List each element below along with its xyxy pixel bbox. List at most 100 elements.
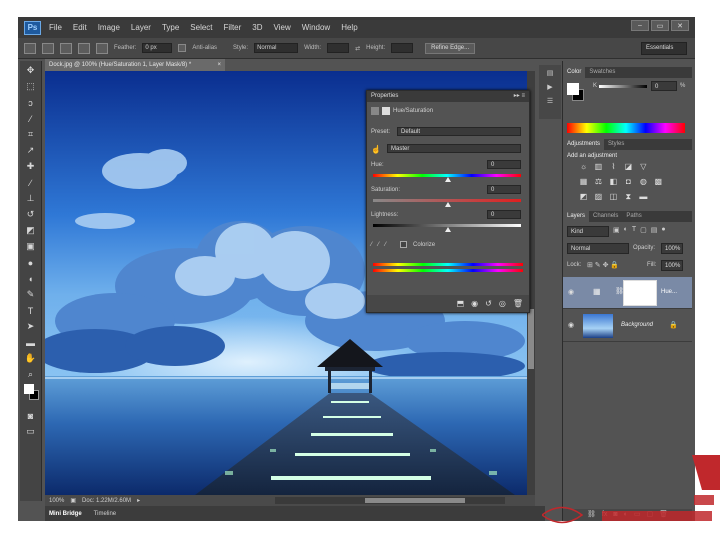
width-input[interactable] (327, 43, 350, 53)
gradient-map-adjust-icon[interactable]: ▬ (639, 192, 648, 201)
clip-layer-icon[interactable]: ⬒ (457, 295, 465, 312)
selective-color-adjust-icon[interactable]: ⧗ (624, 192, 633, 201)
menu-help[interactable]: Help (341, 23, 357, 32)
posterize-adjust-icon[interactable]: ▨ (594, 192, 603, 201)
color-lookup-adjust-icon[interactable]: ▩ (654, 177, 663, 186)
blur-tool-icon[interactable]: ● (24, 256, 38, 269)
eraser-tool-icon[interactable]: ◩ (24, 224, 38, 237)
shape-tool-icon[interactable]: ▬ (24, 336, 38, 349)
layer-mask-thumbnail[interactable] (623, 280, 657, 306)
menu-layer[interactable]: Layer (131, 23, 151, 32)
stamp-tool-icon[interactable]: ⊥ (24, 192, 38, 205)
screen-mode-icon[interactable]: ▭ (24, 425, 38, 438)
vibrance-adjust-icon[interactable]: ▽ (639, 162, 648, 171)
menu-image[interactable]: Image (98, 23, 120, 32)
visibility-toggle-icon[interactable]: ◎ (499, 295, 506, 312)
tab-adjustments[interactable]: Adjustments (563, 139, 605, 150)
fill-input[interactable]: 100% (661, 260, 683, 271)
layer-name[interactable]: Background (621, 322, 653, 328)
type-filter-icon[interactable]: T (632, 226, 636, 234)
properties-header[interactable]: Properties ▸▸ ≡ (367, 91, 529, 102)
layer-visibility-eye-icon[interactable]: ◉ (568, 288, 574, 296)
hue-input[interactable]: 0 (487, 160, 521, 169)
workspace-select[interactable]: Essentials (641, 42, 687, 55)
status-arrow-icon[interactable]: ▸ (137, 497, 140, 504)
tab-styles[interactable]: Styles (604, 139, 628, 150)
horizontal-scroll-thumb[interactable] (365, 498, 465, 503)
eyedropper-tool-icon[interactable]: ↗ (24, 144, 38, 157)
antialias-checkbox[interactable] (178, 44, 187, 52)
curves-adjust-icon[interactable]: ⌇ (609, 162, 618, 171)
mask-icon[interactable] (382, 107, 390, 115)
healing-tool-icon[interactable]: ✚ (24, 160, 38, 173)
exposure-adjust-icon[interactable]: ◪ (624, 162, 633, 171)
properties-panel-icon[interactable]: ☰ (543, 97, 557, 107)
threshold-adjust-icon[interactable]: ◫ (609, 192, 618, 201)
hue-slider-thumb[interactable] (445, 177, 451, 182)
document-tab[interactable]: Dock.jpg @ 100% (Hue/Saturation 1, Layer… (45, 59, 225, 71)
feather-input[interactable]: 0 px (142, 43, 173, 53)
k-input[interactable]: 0 (651, 81, 677, 91)
smart-filter-icon[interactable]: ▤ (651, 226, 658, 234)
menu-3d[interactable]: 3D (252, 23, 262, 32)
tab-timeline[interactable]: Timeline (94, 511, 116, 517)
status-icon[interactable]: ▣ (70, 497, 76, 504)
opacity-input[interactable]: 100% (661, 243, 683, 254)
tab-swatches[interactable]: Swatches (585, 67, 619, 78)
color-fg-swatch[interactable] (567, 83, 579, 95)
new-selection-icon[interactable] (42, 42, 54, 54)
delete-adjustment-icon[interactable]: 🗑 (513, 295, 523, 312)
eyedropper-minus-icon[interactable]: ⁄ (385, 242, 386, 248)
height-input[interactable] (391, 43, 414, 53)
intersect-selection-icon[interactable] (96, 42, 108, 54)
subtract-selection-icon[interactable] (78, 42, 90, 54)
layer-row-background[interactable]: ◉ Background 🔒 (563, 310, 692, 342)
panel-collapse-icon[interactable]: ▸▸ ≡ (514, 91, 525, 102)
marquee-preset-icon[interactable] (24, 42, 36, 54)
move-tool-icon[interactable]: ✥ (24, 64, 38, 77)
add-selection-icon[interactable] (60, 42, 72, 54)
brush-tool-icon[interactable]: ∕ (24, 176, 38, 189)
lightness-slider-thumb[interactable] (445, 227, 451, 232)
actions-panel-icon[interactable]: ▶ (543, 83, 557, 93)
color-balance-adjust-icon[interactable]: ⚖ (594, 177, 603, 186)
hand-tool-icon[interactable]: ✋ (24, 352, 38, 365)
photo-filter-adjust-icon[interactable]: ◘ (624, 177, 633, 186)
horizontal-scrollbar[interactable] (275, 497, 505, 504)
style-select[interactable]: Normal (254, 43, 299, 53)
adjustment-filter-icon[interactable]: ◐ (624, 226, 628, 234)
tab-mini-bridge[interactable]: Mini Bridge (49, 511, 82, 517)
channel-select[interactable]: Master (387, 144, 521, 153)
menu-filter[interactable]: Filter (224, 23, 242, 32)
brightness-adjust-icon[interactable]: ☼ (579, 162, 588, 171)
swap-icon[interactable]: ⇄ (355, 45, 360, 52)
maximize-button[interactable]: ▭ (651, 20, 669, 31)
history-panel-icon[interactable]: ▤ (543, 69, 557, 79)
view-previous-icon[interactable]: ◉ (471, 295, 478, 312)
lock-icons[interactable]: ⊞ ✎ ✥ 🔒 (587, 261, 619, 269)
tab-paths[interactable]: Paths (622, 211, 645, 222)
layer-visibility-eye-icon[interactable]: ◉ (568, 321, 574, 329)
colorize-checkbox[interactable] (400, 241, 408, 248)
menu-file[interactable]: File (49, 23, 62, 32)
zoom-level[interactable]: 100% (49, 498, 64, 504)
close-button[interactable]: ✕ (671, 20, 689, 31)
saturation-slider-thumb[interactable] (445, 202, 451, 207)
close-document-icon[interactable]: × (217, 59, 221, 71)
preset-select[interactable]: Default (397, 127, 521, 136)
filter-toggle-icon[interactable]: ● (661, 226, 665, 234)
saturation-input[interactable]: 0 (487, 185, 521, 194)
eyedropper-icon[interactable]: ⁄ (371, 242, 372, 248)
quick-select-tool-icon[interactable]: ⁄ (24, 112, 38, 125)
layer-row-hue-saturation[interactable]: ◉ ▦ ⛓ Hue... (563, 277, 692, 309)
path-select-tool-icon[interactable]: ➤ (24, 320, 38, 333)
dodge-tool-icon[interactable]: ◖ (24, 272, 38, 285)
k-slider[interactable] (599, 85, 647, 88)
channel-mixer-adjust-icon[interactable]: ◍ (639, 177, 648, 186)
layer-name[interactable]: Hue... (661, 289, 677, 295)
pen-tool-icon[interactable]: ✎ (24, 288, 38, 301)
reset-icon[interactable]: ↺ (485, 295, 492, 312)
layer-kind-filter[interactable]: Kind (567, 226, 609, 237)
blend-mode-select[interactable]: Normal (567, 243, 629, 254)
shape-filter-icon[interactable]: ▢ (640, 226, 647, 234)
